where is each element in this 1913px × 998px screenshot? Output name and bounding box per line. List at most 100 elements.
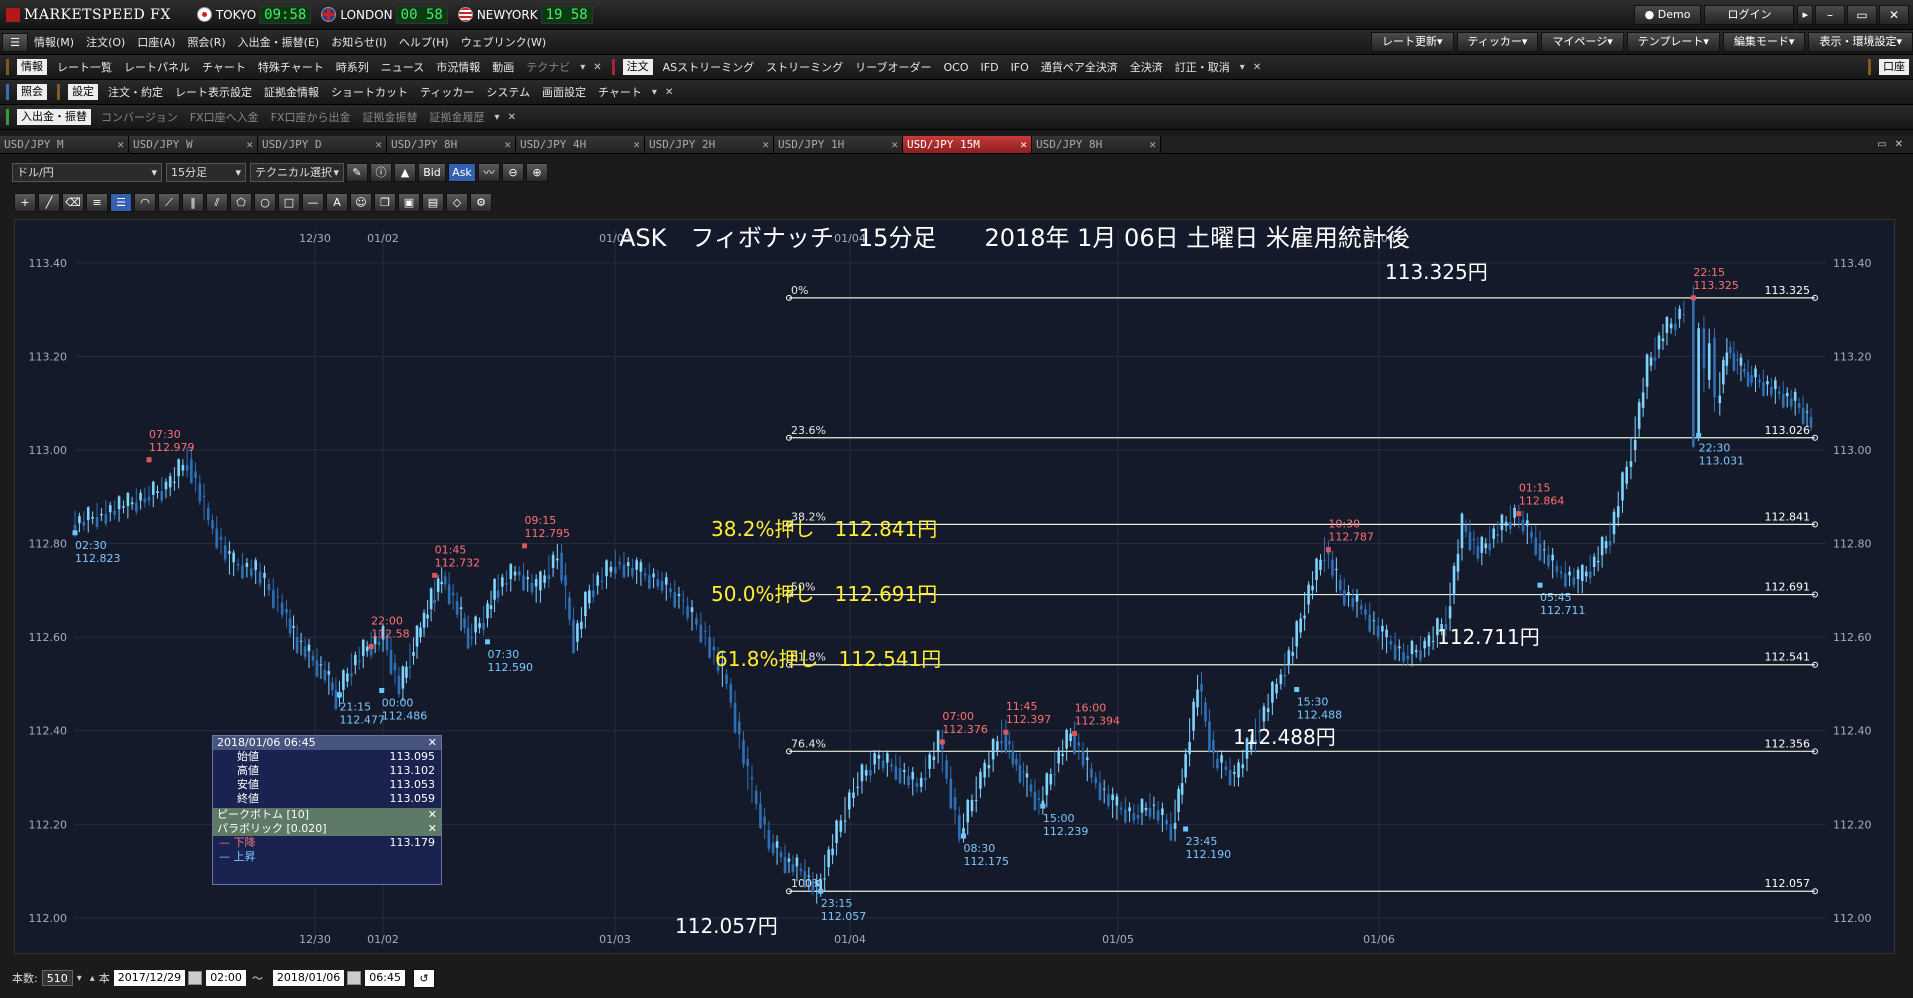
tab-close-icon[interactable]: ✕: [117, 136, 124, 153]
tab-chart[interactable]: USD/JPY 1H ✕: [774, 136, 903, 153]
layers-icon[interactable]: ▣: [398, 192, 420, 212]
delete-icon[interactable]: ◇: [446, 192, 468, 212]
toolbar-item[interactable]: 証拠金振替: [357, 105, 424, 129]
menu-help[interactable]: ヘルプ(H): [393, 30, 455, 54]
pen-icon[interactable]: ✎: [346, 162, 368, 182]
tab-close-icon[interactable]: ✕: [633, 136, 640, 153]
close-icon[interactable]: ✕: [1249, 62, 1265, 73]
cycle-icon[interactable]: ‖: [182, 192, 204, 212]
person-icon[interactable]: ☺: [350, 192, 372, 212]
toolbar-item[interactable]: 動画: [486, 55, 520, 79]
menu-toggle-icon[interactable]: ☰: [2, 32, 28, 52]
tab-chart[interactable]: USD/JPY M ✕: [0, 136, 129, 153]
print-icon[interactable]: ▤: [422, 192, 444, 212]
rectangle-icon[interactable]: □: [278, 192, 300, 212]
fan-icon[interactable]: ⟋: [158, 192, 180, 212]
toolbar-item[interactable]: システム: [480, 80, 536, 104]
toolbar-item[interactable]: 通貨ペア全決済: [1035, 55, 1124, 79]
gann-icon[interactable]: ⫽: [206, 192, 228, 212]
indicator-parabolic[interactable]: パラボリック [0.020] ✕: [213, 822, 441, 836]
tab-close-icon[interactable]: ✕: [375, 136, 382, 153]
login-arrow-button[interactable]: ▸: [1797, 4, 1813, 25]
ticker-button[interactable]: ティッカー▾: [1456, 32, 1539, 52]
menu-notice[interactable]: お知らせ(I): [325, 30, 393, 54]
maximize-button[interactable]: ▭: [1847, 4, 1877, 25]
toolbar-item[interactable]: テクナビ: [520, 55, 576, 79]
toolbar-item[interactable]: レート表示設定: [169, 80, 258, 104]
toolbar-item[interactable]: 市況情報: [430, 55, 486, 79]
pentagon-icon[interactable]: ⬠: [230, 192, 252, 212]
toolbar-account-label[interactable]: 口座: [1879, 59, 1909, 75]
settings-icon[interactable]: ⚙: [470, 192, 492, 212]
toolbar-item[interactable]: FX口座から出金: [265, 105, 357, 129]
tab-close-icon[interactable]: ✕: [1149, 136, 1156, 153]
hline-icon[interactable]: ≡: [86, 192, 108, 212]
tab-chart[interactable]: USD/JPY W ✕: [129, 136, 258, 153]
menu-account[interactable]: 口座(A): [131, 30, 181, 54]
display-settings-button[interactable]: 表示・環境設定▾: [1808, 32, 1913, 52]
login-button[interactable]: ログイン: [1704, 4, 1795, 25]
ask-button[interactable]: Ask: [448, 162, 476, 182]
demo-button[interactable]: ● Demo: [1633, 4, 1702, 25]
spinner-up-icon[interactable]: ▴: [86, 973, 99, 984]
from-date-input[interactable]: 2017/12/29: [113, 970, 186, 986]
tab-close-icon[interactable]: ✕: [891, 136, 898, 153]
line-icon[interactable]: —: [302, 192, 324, 212]
calendar-icon[interactable]: [188, 971, 203, 985]
copy-icon[interactable]: ❐: [374, 192, 396, 212]
dropdown-icon[interactable]: ▾: [1236, 62, 1249, 73]
dropdown-icon[interactable]: ▾: [576, 62, 589, 73]
menu-weblink[interactable]: ウェブリンク(W): [455, 30, 552, 54]
toolbar-item[interactable]: コンバージョン: [95, 105, 184, 129]
zoom-out-icon[interactable]: ⊖: [502, 162, 524, 182]
tab-chart[interactable]: USD/JPY 8H ✕: [387, 136, 516, 153]
toolbar-item[interactable]: 時系列: [330, 55, 375, 79]
dropdown-icon[interactable]: ▾: [491, 112, 504, 123]
toolbar-item[interactable]: ASストリーミング: [657, 55, 761, 79]
toolbar-item[interactable]: 全決済: [1124, 55, 1169, 79]
to-time-input[interactable]: 06:45: [365, 970, 405, 986]
template-button[interactable]: テンプレート▾: [1626, 32, 1720, 52]
toolbar-item[interactable]: 特殊チャート: [252, 55, 330, 79]
info-icon[interactable]: ⓘ: [370, 162, 392, 182]
crosshair-icon[interactable]: +: [14, 192, 36, 212]
menu-inquiry[interactable]: 照会(R): [181, 30, 231, 54]
tab-close-icon[interactable]: ✕: [504, 136, 511, 153]
toolbar-item[interactable]: ティッカー: [414, 80, 480, 104]
interval-select[interactable]: 15分足 ▾: [166, 162, 246, 182]
ohlc-header[interactable]: 2018/01/06 06:45 ✕: [213, 736, 441, 750]
toolbar-item[interactable]: IFD: [975, 55, 1005, 79]
toolbar-item[interactable]: リーブオーダー: [849, 55, 937, 79]
tab-chart[interactable]: USD/JPY 2H ✕: [645, 136, 774, 153]
menu-info[interactable]: 情報(M): [28, 30, 80, 54]
close-icon[interactable]: ✕: [428, 808, 437, 822]
close-window-button[interactable]: ✕: [1879, 4, 1909, 25]
menu-deposit[interactable]: 入出金・振替(E): [232, 30, 326, 54]
technical-select[interactable]: テクニカル選択 ▾: [250, 162, 344, 182]
toolbar-item[interactable]: ストリーミング: [760, 55, 849, 79]
area-chart-icon[interactable]: ▲: [394, 162, 416, 182]
spinner-down-icon[interactable]: ▾: [73, 973, 86, 984]
tab-close-icon[interactable]: ✕: [1891, 139, 1907, 150]
close-icon[interactable]: ✕: [661, 87, 677, 98]
toolbar-item[interactable]: FX口座へ入金: [184, 105, 265, 129]
toolbar-item[interactable]: レートパネル: [118, 55, 196, 79]
dropdown-icon[interactable]: ▾: [648, 87, 661, 98]
toolbar-item[interactable]: ニュース: [375, 55, 430, 79]
tab-close-icon[interactable]: ✕: [762, 136, 769, 153]
calendar-icon[interactable]: [347, 971, 362, 985]
edit-mode-button[interactable]: 編集モード▾: [1722, 32, 1806, 52]
text-icon[interactable]: A: [326, 192, 348, 212]
tab-chart[interactable]: USD/JPY 8H ✕: [1032, 136, 1161, 153]
tab-chart[interactable]: USD/JPY 15M ✕: [903, 136, 1032, 153]
close-icon[interactable]: ✕: [428, 822, 437, 836]
toolbar-item[interactable]: 証拠金情報: [258, 80, 325, 104]
close-icon[interactable]: ✕: [428, 736, 437, 750]
bid-button[interactable]: Bid: [418, 162, 446, 182]
close-icon[interactable]: ✕: [504, 112, 520, 123]
tab-close-icon[interactable]: ✕: [246, 136, 253, 153]
trendline-icon[interactable]: ╱: [38, 192, 60, 212]
mypage-button[interactable]: マイページ▾: [1541, 32, 1624, 52]
indicator-peak-bottom[interactable]: ピークボトム [10] ✕: [213, 808, 441, 822]
refresh-icon[interactable]: ↺: [413, 968, 435, 988]
